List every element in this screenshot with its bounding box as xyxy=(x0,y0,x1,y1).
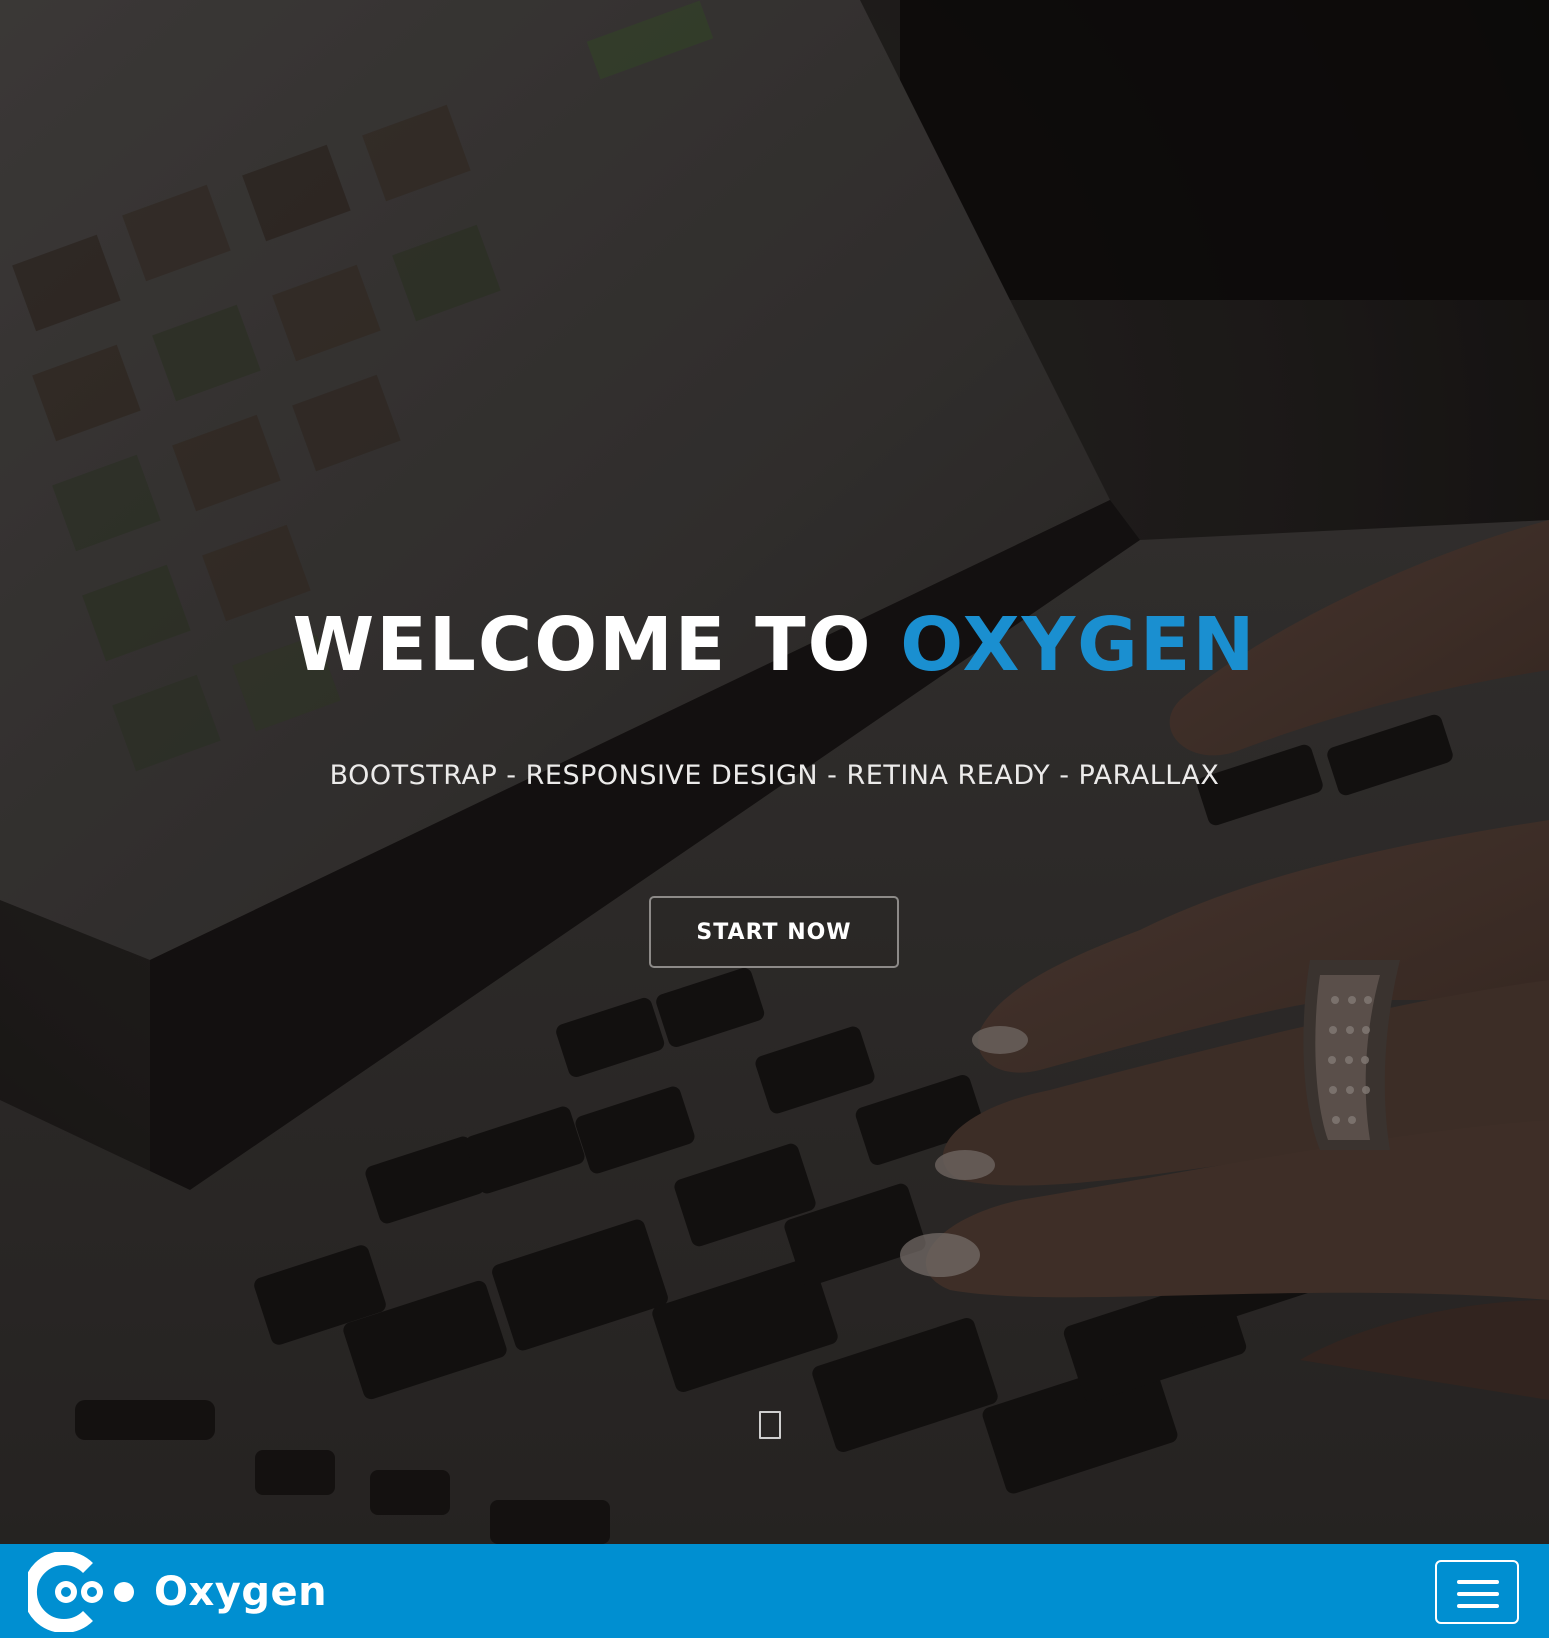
hero-title: WELCOME TO OXYGEN xyxy=(0,600,1549,690)
mouse-scroll-icon[interactable] xyxy=(759,1411,781,1439)
hero-section: WELCOME TO OXYGEN BOOTSTRAP - RESPONSIVE… xyxy=(0,0,1549,1544)
oxygen-logo-icon xyxy=(28,1552,134,1632)
menu-bar xyxy=(1457,1604,1499,1608)
hero-content: WELCOME TO OXYGEN BOOTSTRAP - RESPONSIVE… xyxy=(0,0,1549,1544)
hamburger-menu-icon[interactable] xyxy=(1435,1560,1519,1624)
start-now-label: START NOW xyxy=(696,919,852,945)
brand-link[interactable]: Oxygen xyxy=(28,1552,327,1632)
menu-bar xyxy=(1457,1592,1499,1596)
hero-title-accent: OXYGEN xyxy=(900,602,1257,688)
hero-title-main: WELCOME TO xyxy=(292,602,901,688)
start-now-button[interactable]: START NOW xyxy=(649,896,899,968)
navbar: Oxygen xyxy=(0,1544,1549,1638)
menu-bar xyxy=(1457,1580,1499,1584)
hero-subtitle: BOOTSTRAP - RESPONSIVE DESIGN - RETINA R… xyxy=(329,760,1220,791)
brand-name: Oxygen xyxy=(154,1569,328,1615)
page: WELCOME TO OXYGEN BOOTSTRAP - RESPONSIVE… xyxy=(0,0,1549,1638)
